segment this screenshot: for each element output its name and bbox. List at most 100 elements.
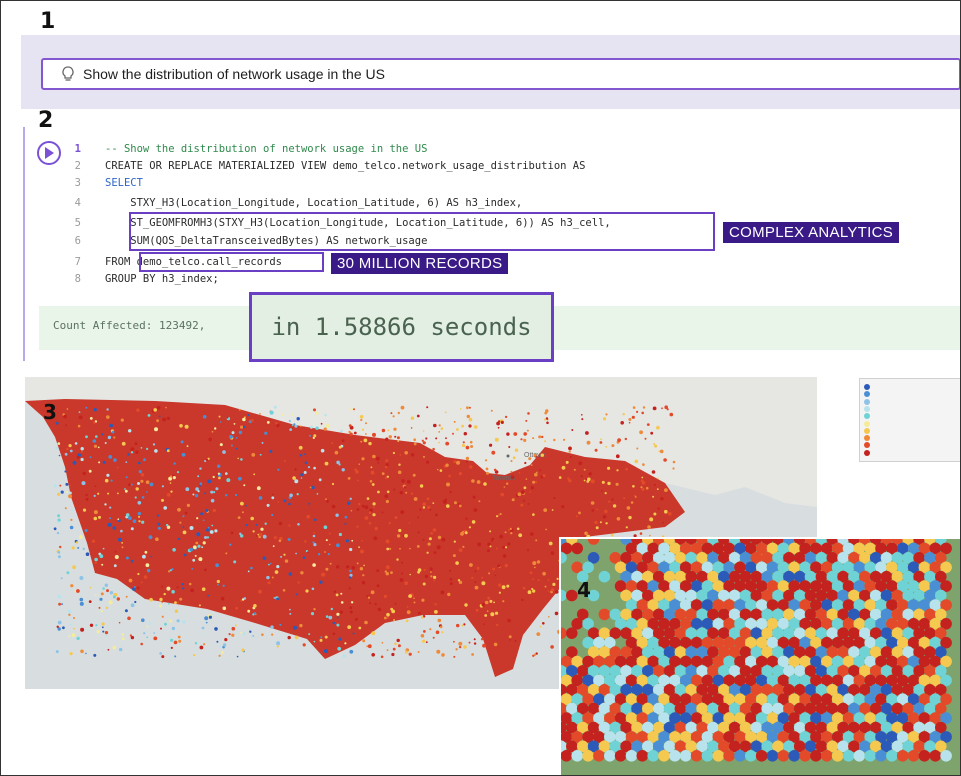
run-button[interactable] xyxy=(37,141,61,165)
usage-hex xyxy=(242,425,246,429)
usage-hex xyxy=(70,518,73,521)
usage-hex xyxy=(458,645,462,649)
usage-hex xyxy=(669,412,674,417)
usage-hex xyxy=(69,652,73,656)
usage-hex xyxy=(124,489,128,493)
usage-hex xyxy=(102,587,105,590)
usage-hex xyxy=(390,412,393,415)
usage-hex xyxy=(262,534,267,539)
usage-hex xyxy=(502,554,507,558)
usage-hex xyxy=(497,514,500,517)
usage-hex xyxy=(336,616,339,619)
prompt-input-box[interactable] xyxy=(41,58,960,90)
usage-hex xyxy=(483,623,485,625)
usage-hex xyxy=(93,653,97,657)
usage-hex xyxy=(128,429,132,433)
usage-hex xyxy=(284,559,289,563)
usage-hex xyxy=(57,442,61,445)
usage-hex xyxy=(55,650,59,654)
code-line-2: 2 CREATE OR REPLACE MATERIALIZED VIEW dem… xyxy=(74,160,586,172)
usage-hex xyxy=(62,626,65,630)
usage-hex xyxy=(532,513,535,516)
zoomed-hexbin-map[interactable]: 4 xyxy=(559,537,960,775)
usage-hex xyxy=(611,444,615,448)
usage-hex xyxy=(264,431,268,435)
usage-hex xyxy=(548,541,553,546)
usage-hex xyxy=(461,424,464,428)
usage-hex xyxy=(276,645,279,648)
usage-hex xyxy=(333,590,337,593)
usage-hex xyxy=(649,517,654,522)
usage-hex xyxy=(137,482,140,485)
usage-hex xyxy=(205,621,208,624)
usage-hex xyxy=(94,561,97,564)
usage-hex xyxy=(109,591,114,595)
usage-hex xyxy=(142,554,146,559)
usage-hex xyxy=(430,575,433,578)
usage-hex xyxy=(81,481,86,486)
usage-hex xyxy=(664,488,668,492)
usage-hex xyxy=(641,476,644,479)
usage-hex xyxy=(594,448,598,452)
legend-swatch xyxy=(864,384,870,390)
usage-hex xyxy=(501,585,506,590)
usage-hex xyxy=(251,453,256,457)
usage-hex xyxy=(148,535,153,540)
usage-hex xyxy=(313,640,316,643)
usage-hex xyxy=(93,408,97,412)
usage-hex xyxy=(327,553,330,556)
usage-hex xyxy=(487,549,490,553)
usage-hex xyxy=(177,537,181,541)
usage-hex xyxy=(171,590,175,594)
usage-hex xyxy=(563,438,566,441)
usage-hex xyxy=(351,566,356,570)
usage-hex xyxy=(305,589,309,593)
usage-hex xyxy=(385,539,390,544)
usage-hex xyxy=(199,645,204,650)
usage-hex xyxy=(128,516,132,520)
usage-hex xyxy=(319,638,323,642)
usage-hex xyxy=(398,463,401,466)
usage-hex xyxy=(194,554,197,557)
usage-hex xyxy=(517,492,522,497)
usage-hex xyxy=(78,535,83,539)
usage-hex xyxy=(230,531,234,535)
usage-hex xyxy=(550,645,554,649)
usage-hex xyxy=(161,585,163,588)
usage-hex xyxy=(550,551,555,555)
usage-hex xyxy=(356,525,359,528)
usage-hex xyxy=(141,618,145,622)
prompt-input[interactable] xyxy=(79,66,943,82)
usage-hex xyxy=(561,750,573,762)
usage-hex xyxy=(108,455,113,459)
usage-hex xyxy=(651,470,656,474)
usage-hex xyxy=(525,419,528,422)
usage-hex xyxy=(540,453,544,457)
step-4-label: 4 xyxy=(577,578,591,602)
usage-hex xyxy=(250,516,254,521)
usage-hex xyxy=(271,576,274,579)
usage-hex xyxy=(365,433,367,435)
usage-hex xyxy=(210,490,214,494)
usage-hex xyxy=(94,594,97,596)
usage-hex xyxy=(371,631,376,636)
usage-hex xyxy=(308,633,311,636)
usage-hex xyxy=(440,590,445,595)
usage-hex xyxy=(80,627,85,632)
usage-hex xyxy=(766,750,779,762)
usage-hex xyxy=(283,553,286,556)
usage-hex xyxy=(166,586,171,591)
usage-hex xyxy=(544,440,547,443)
usage-hex xyxy=(365,422,367,425)
usage-hex xyxy=(712,750,725,762)
usage-hex xyxy=(268,563,270,566)
usage-hex xyxy=(347,477,351,480)
usage-hex xyxy=(58,454,61,457)
usage-hex xyxy=(325,567,329,571)
usage-hex xyxy=(426,406,429,409)
usage-hex xyxy=(377,490,380,494)
usage-hex xyxy=(568,446,572,451)
usage-hex xyxy=(93,444,98,448)
usage-hex xyxy=(497,426,500,429)
lightbulb-icon xyxy=(62,66,74,81)
